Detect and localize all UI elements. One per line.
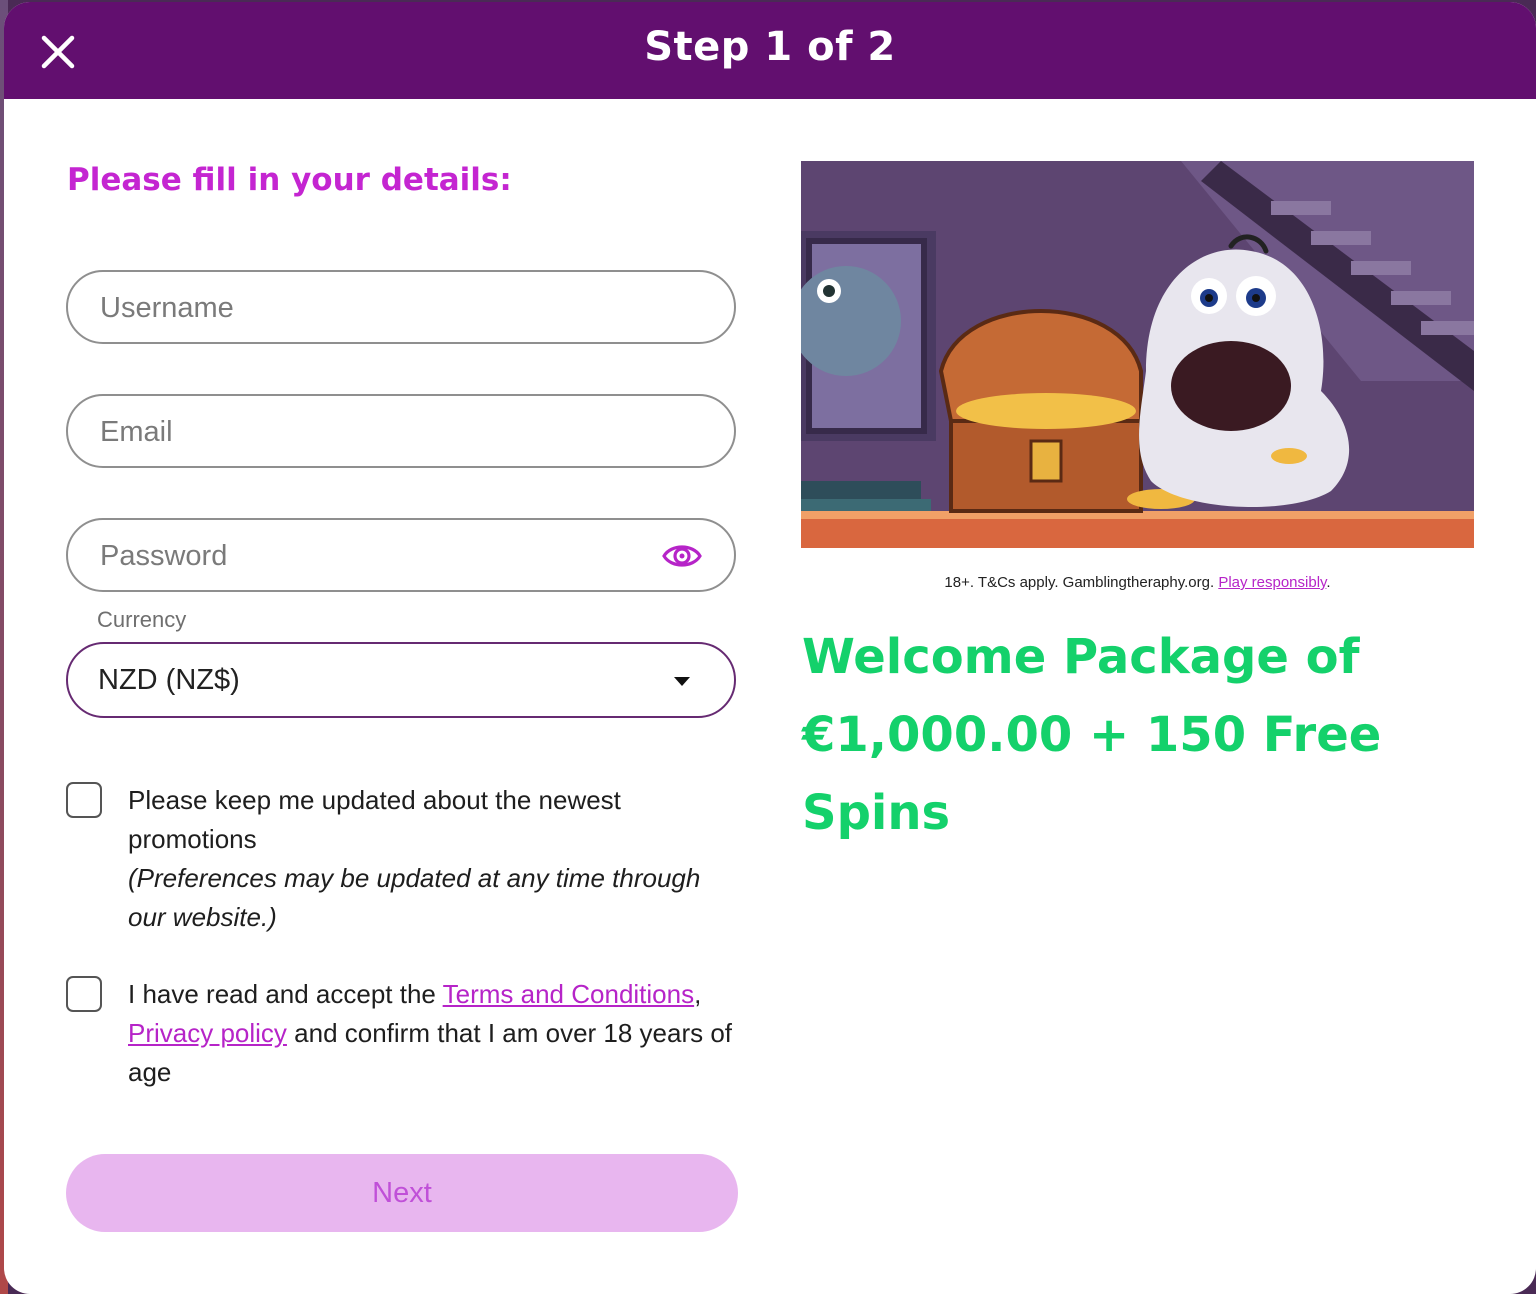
promo-banner-image bbox=[801, 161, 1474, 548]
disclaimer-text: 18+. T&Cs apply. Gamblingtheraphy.org. bbox=[944, 574, 1219, 591]
username-input[interactable] bbox=[98, 272, 642, 344]
promotions-consent-text: Please keep me updated about the newest … bbox=[128, 781, 738, 937]
currency-label: Currency bbox=[97, 607, 187, 632]
promotions-checkbox[interactable] bbox=[66, 782, 102, 818]
currency-select[interactable]: NZD (NZ$) bbox=[66, 642, 736, 718]
play-responsibly-link[interactable]: Play responsibly bbox=[1218, 574, 1326, 591]
password-field[interactable] bbox=[66, 518, 736, 592]
terms-consent-text: I have read and accept the Terms and Con… bbox=[128, 975, 738, 1092]
chevron-down-icon bbox=[674, 677, 690, 686]
welcome-offer-text: Welcome Package of €1,000.00 + 150 Free … bbox=[802, 629, 1382, 841]
username-field[interactable] bbox=[66, 270, 736, 344]
email-input[interactable] bbox=[98, 396, 642, 468]
modal-header: Step 1 of 2 bbox=[4, 2, 1536, 99]
disclaimer-end: . bbox=[1326, 574, 1331, 591]
terms-link[interactable]: Terms and Conditions bbox=[443, 979, 694, 1009]
treasure-ghost-illustration bbox=[801, 161, 1474, 548]
terms-checkbox[interactable] bbox=[66, 976, 102, 1012]
privacy-link[interactable]: Privacy policy bbox=[128, 1018, 287, 1048]
terms-comma: , bbox=[694, 979, 702, 1009]
promotions-note: (Preferences may be updated at any time … bbox=[128, 863, 701, 932]
password-input[interactable] bbox=[98, 520, 642, 592]
form-heading: Please fill in your details: bbox=[67, 162, 512, 198]
step-title: Step 1 of 2 bbox=[644, 24, 896, 70]
registration-modal: Step 1 of 2 Please fill in your details:… bbox=[4, 2, 1536, 1294]
promotions-label: Please keep me updated about the newest … bbox=[128, 785, 621, 854]
email-field[interactable] bbox=[66, 394, 736, 468]
currency-value: NZD (NZ$) bbox=[98, 664, 240, 696]
disclaimer: 18+. T&Cs apply. Gamblingtheraphy.org. P… bbox=[801, 574, 1474, 591]
eye-icon[interactable] bbox=[662, 540, 702, 572]
next-button[interactable]: Next bbox=[66, 1154, 738, 1232]
terms-prefix: I have read and accept the bbox=[128, 979, 443, 1009]
